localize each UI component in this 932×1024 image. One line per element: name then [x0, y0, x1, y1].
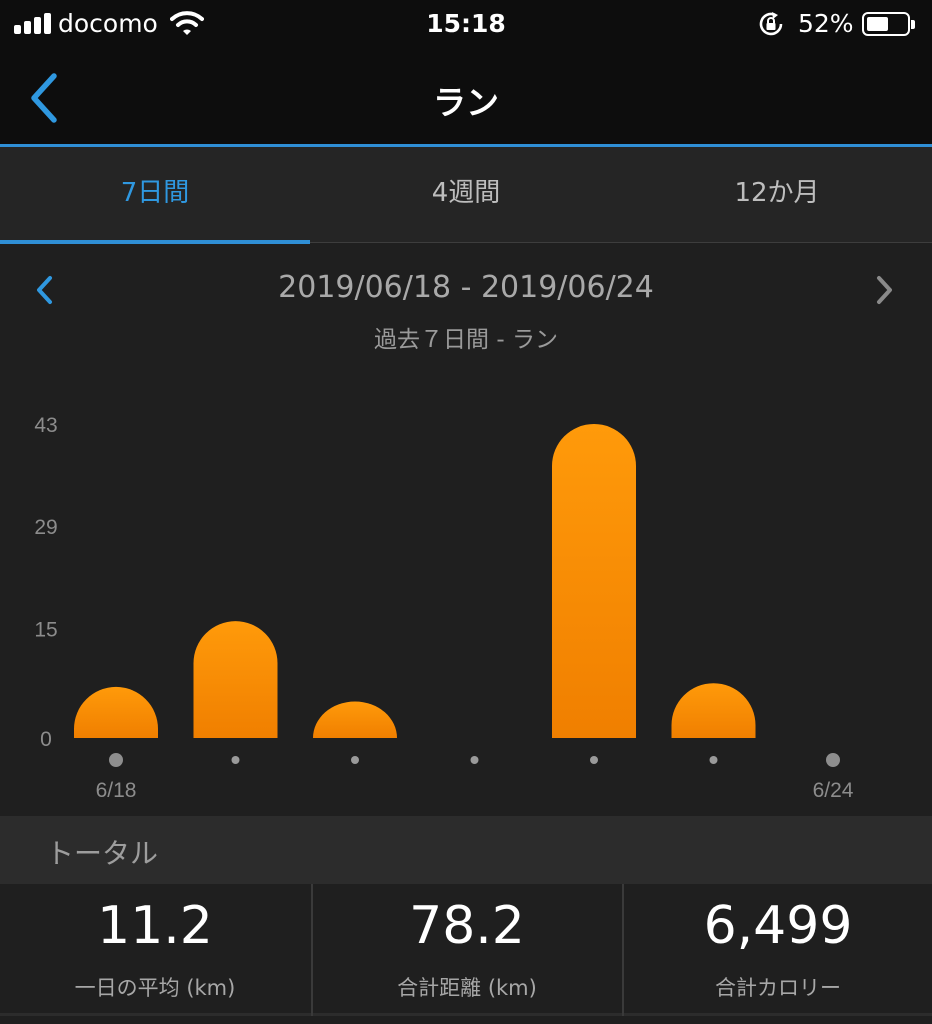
bar: [313, 701, 397, 738]
x-tick-dot: [351, 756, 359, 764]
stat-total-calories: 6,499 合計カロリー: [622, 884, 932, 1016]
x-tick-dot: [826, 753, 840, 767]
stat-value: 6,499: [703, 896, 853, 956]
bar-chart: 43 29 15 0 6/18 6/24: [34, 414, 854, 802]
totals-label: トータル: [46, 837, 159, 870]
battery-fill: [867, 17, 888, 31]
y-tick-label: 0: [40, 728, 52, 751]
tab-7-days[interactable]: 7日間: [0, 147, 310, 243]
period-tabs: 7日間 4週間 12か月: [0, 147, 932, 244]
x-tick-dot: [590, 756, 598, 764]
totals-header: トータル: [0, 816, 932, 884]
tab-4-weeks[interactable]: 4週間: [311, 147, 621, 243]
bar: [193, 621, 278, 738]
x-tick-dot: [709, 756, 718, 764]
bar: [552, 424, 636, 738]
stat-label: 一日の平均 (km): [74, 976, 236, 1000]
navigation-bar: ラン: [0, 52, 932, 144]
battery-icon: [862, 12, 915, 36]
y-tick-label: 15: [34, 618, 57, 641]
y-tick-label: 43: [34, 414, 57, 437]
status-bar: docomo 15:18 52%: [0, 0, 932, 52]
y-tick-label: 29: [34, 516, 57, 539]
totals-stats: 11.2 一日の平均 (km) 78.2 合計距離 (km) 6,499 合計カ…: [0, 884, 932, 1016]
battery-percent: 52%: [798, 9, 854, 38]
stat-daily-average: 11.2 一日の平均 (km): [0, 884, 310, 1016]
stat-label: 合計距離 (km): [397, 976, 537, 1000]
x-tick-dot: [109, 753, 123, 767]
bar: [74, 686, 158, 738]
x-tick-dot: [231, 756, 240, 764]
stat-label: 合計カロリー: [715, 976, 841, 1000]
orientation-lock-icon: [759, 12, 783, 36]
tab-12-months[interactable]: 12か月: [622, 147, 932, 243]
status-time: 15:18: [426, 9, 506, 38]
x-tick-label: 6/24: [813, 779, 854, 802]
x-tick-label: 6/18: [96, 779, 137, 802]
stat-total-distance: 78.2 合計距離 (km): [311, 884, 621, 1016]
chart-panel: 2019/06/18 - 2019/06/24 過去７日間 - ラン 43 29 1…: [0, 244, 932, 816]
x-tick-dot: [470, 756, 479, 764]
stat-value: 78.2: [409, 896, 525, 956]
bar: [671, 683, 756, 738]
page-title: ラン: [433, 83, 499, 122]
stat-value: 11.2: [97, 896, 213, 956]
